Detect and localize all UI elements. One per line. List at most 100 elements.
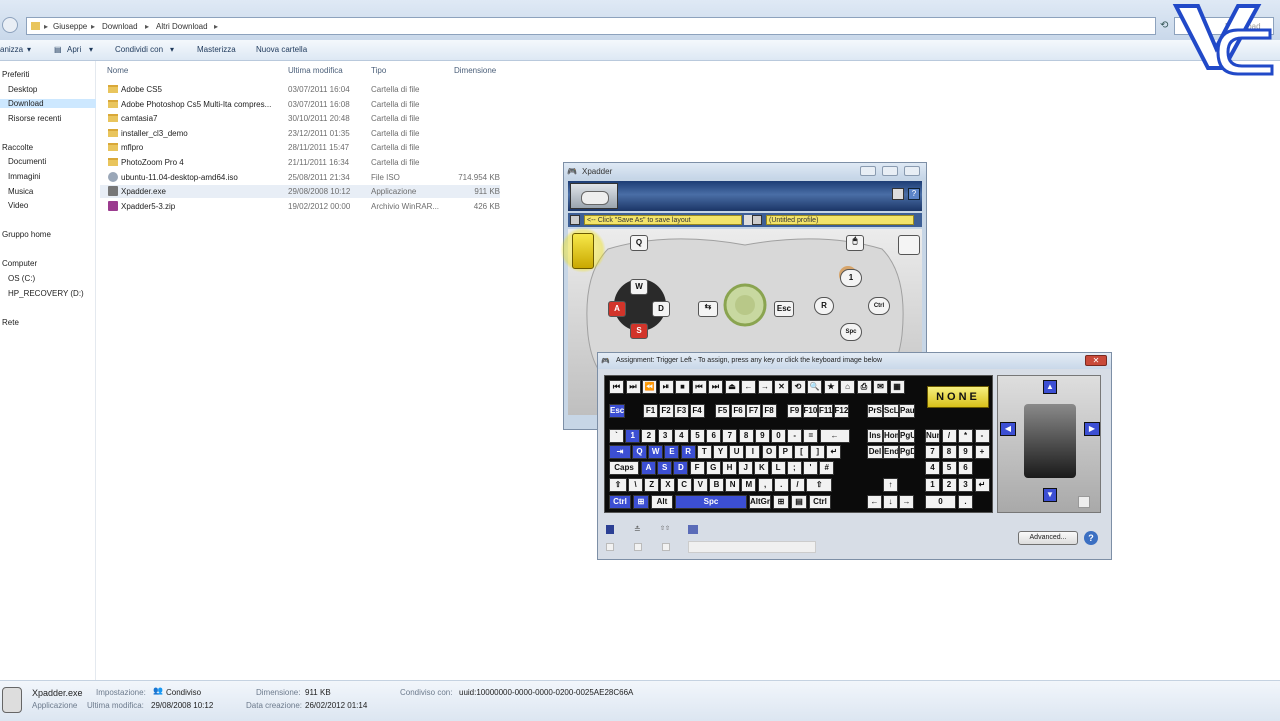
keyboard-key[interactable]: M	[741, 478, 757, 492]
numpad-key[interactable]: *	[958, 429, 973, 443]
arrow-up-icon[interactable]: ▲	[1043, 380, 1057, 394]
key-f11[interactable]: F11	[818, 404, 833, 418]
help-icon[interactable]: ?	[908, 188, 920, 200]
keyboard-key[interactable]: J	[738, 461, 754, 475]
table-row[interactable]: PhotoZoom Pro 4 21/11/2011 16:34 Cartella …	[100, 156, 500, 169]
organize-menu[interactable]: anizza	[0, 45, 23, 54]
profile-field[interactable]: (Untitled profile)	[766, 215, 914, 225]
breadcrumb-item-altri-download[interactable]: Altri Download	[156, 22, 208, 31]
keyboard-key[interactable]: B	[709, 478, 724, 492]
keyboard-key[interactable]: ;	[786, 461, 802, 475]
key-f8[interactable]: F8	[761, 404, 777, 418]
table-row[interactable]: Adobe Photoshop Cs5 Multi-Ita compres...…	[100, 98, 500, 111]
numpad-key[interactable]: -	[974, 429, 990, 443]
breadcrumb[interactable]: ▸ Giuseppe ▸ Download ▸ Altri Download ▸	[26, 17, 1156, 35]
nav-group-preferiti[interactable]: Preferiti	[2, 70, 30, 79]
key-f9[interactable]: F9	[787, 404, 802, 418]
table-row[interactable]: mflpro 28/11/2011 15:47 Cartella di file	[100, 141, 500, 154]
toggle-checkbox[interactable]	[634, 543, 642, 551]
key-nav[interactable]: Del	[867, 445, 883, 459]
keyboard-key[interactable]: G	[705, 461, 721, 475]
media-key[interactable]: →	[757, 380, 773, 394]
keyboard-key[interactable]: K	[754, 461, 770, 475]
keyboard-key[interactable]: Q	[632, 445, 647, 459]
key-esc[interactable]: Esc	[774, 301, 794, 317]
minimize-button[interactable]	[860, 166, 876, 176]
column-header-type[interactable]: Tipo	[371, 66, 386, 75]
layout-field[interactable]: <-- Click "Save As" to save layout	[584, 215, 742, 225]
arrow-right-icon[interactable]: ▶	[1084, 422, 1100, 436]
key-f1[interactable]: F1	[643, 404, 658, 418]
media-key[interactable]: ⏪	[642, 380, 657, 394]
table-row[interactable]: Xpadder5-3.zip 19/02/2012 00:00 Archivio W…	[100, 200, 500, 213]
key-esc[interactable]: Esc	[609, 404, 625, 418]
advanced-button[interactable]: Advanced...	[1018, 531, 1078, 545]
media-key[interactable]: ⏏	[724, 380, 740, 394]
keyboard-key[interactable]: 8	[738, 429, 754, 443]
close-button[interactable]: ✕	[1085, 355, 1107, 366]
column-header-size[interactable]: Dimensione	[454, 66, 496, 75]
breadcrumb-item-download[interactable]: Download	[102, 22, 138, 31]
keyboard-key[interactable]: X	[660, 478, 676, 492]
keyboard-key[interactable]: D	[673, 461, 689, 475]
table-row[interactable]: camtasia7 30/10/2011 20:48 Cartella di fil…	[100, 112, 500, 125]
keyboard-key[interactable]: ]	[810, 445, 826, 459]
media-key[interactable]: ⌂	[840, 380, 855, 394]
numpad-key[interactable]: /	[941, 429, 957, 443]
arrow-key[interactable]: ↑	[883, 478, 898, 492]
nav-item-hp-recovery[interactable]: HP_RECOVERY (D:)	[8, 289, 84, 298]
keyboard-key[interactable]: AltGr	[749, 495, 771, 509]
keyboard-key[interactable]: 6	[706, 429, 722, 443]
arrow-key[interactable]: ↓	[883, 495, 898, 509]
nav-item-documenti[interactable]: Documenti	[8, 157, 46, 166]
layout-menu-icon[interactable]	[744, 215, 752, 225]
key-w[interactable]: W	[630, 279, 648, 295]
share-button[interactable]: Condividi con	[115, 45, 163, 54]
keyboard-key[interactable]: R	[680, 445, 696, 459]
key-1[interactable]: 1	[840, 269, 862, 287]
key-f4[interactable]: F4	[689, 404, 705, 418]
numpad-key[interactable]: 0	[925, 495, 956, 509]
refresh-icon[interactable]: ⟲	[1160, 20, 1168, 31]
nav-group-raccolte[interactable]: Raccolte	[2, 143, 33, 152]
key-d[interactable]: D	[652, 301, 670, 317]
keyboard-key[interactable]: I	[745, 445, 761, 459]
keyboard-key[interactable]: -	[787, 429, 803, 443]
keyboard-key[interactable]: 2	[641, 429, 657, 443]
keyboard-key[interactable]: Ctrl	[609, 495, 631, 509]
media-key[interactable]: ←	[741, 380, 756, 394]
trigger-right[interactable]	[898, 235, 920, 255]
numpad-key[interactable]: ↵	[974, 478, 990, 492]
arrow-key[interactable]: ←	[867, 495, 882, 509]
keyboard-key[interactable]: E	[664, 445, 680, 459]
key-s[interactable]: S	[630, 323, 648, 339]
nav-group-rete[interactable]: Rete	[2, 318, 19, 327]
media-key[interactable]: ⎙	[856, 380, 872, 394]
table-row[interactable]: ubuntu-11.04-desktop-amd64.iso 25/08/2011…	[100, 171, 500, 184]
keyboard-key[interactable]: \	[628, 478, 643, 492]
key-nav[interactable]: Home	[883, 429, 899, 443]
wrench-icon[interactable]	[892, 188, 904, 200]
keyboard-key[interactable]: 1	[625, 429, 641, 443]
numpad-key[interactable]: +	[974, 445, 990, 459]
maximize-button[interactable]	[882, 166, 898, 176]
media-key[interactable]: ⏭	[708, 380, 723, 394]
key-nav[interactable]: Ins	[867, 429, 883, 443]
key-f5[interactable]: F5	[715, 404, 730, 418]
media-key[interactable]: ⟲	[790, 380, 806, 394]
numpad-key[interactable]: .	[958, 495, 973, 509]
key-sys[interactable]: ScLk	[883, 404, 899, 418]
nav-item-os-c[interactable]: OS (C:)	[8, 274, 35, 283]
keyboard-key[interactable]: ⊞	[773, 495, 789, 509]
keyboard-key[interactable]: 7	[722, 429, 738, 443]
burn-button[interactable]: Masterizza	[197, 45, 236, 54]
controller-tab[interactable]	[570, 183, 618, 209]
keyboard-key[interactable]: C	[676, 478, 692, 492]
keyboard-key[interactable]: ⇧	[609, 478, 627, 492]
table-row[interactable]: installer_cl3_demo 23/12/2011 01:35 Cartel…	[100, 127, 500, 140]
arrow-down-icon[interactable]: ▼	[1043, 488, 1057, 502]
shift-checkbox[interactable]	[662, 543, 670, 551]
keyboard-key[interactable]: S	[657, 461, 673, 475]
keyboard-key[interactable]: W	[648, 445, 664, 459]
key-q[interactable]: Q	[630, 235, 648, 251]
